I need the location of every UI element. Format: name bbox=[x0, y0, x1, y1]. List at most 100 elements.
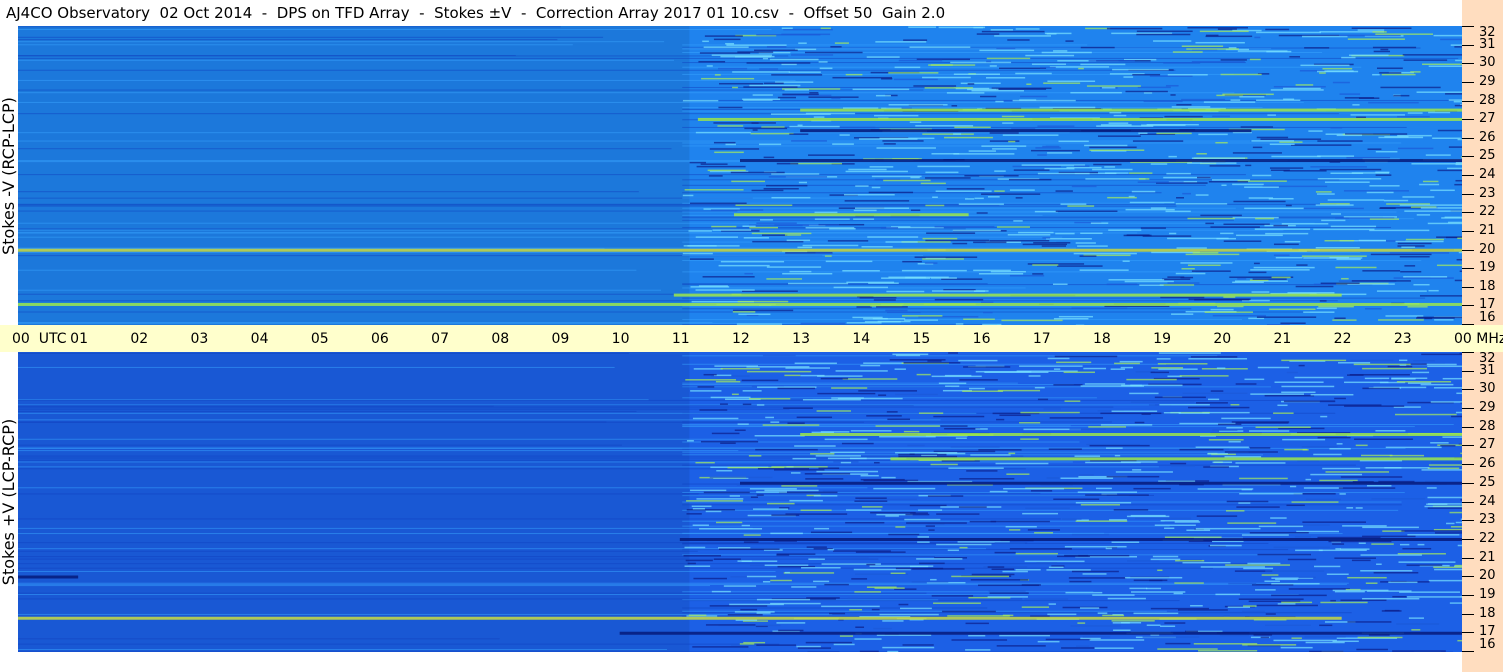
activity-speckle bbox=[1283, 98, 1295, 100]
time-tick-label: 14 bbox=[852, 331, 871, 347]
texture-line bbox=[18, 613, 833, 615]
activity-speckle bbox=[1166, 172, 1191, 175]
activity-speckle bbox=[1130, 384, 1183, 387]
emission-band-2 bbox=[740, 481, 1462, 485]
activity-speckle bbox=[887, 650, 899, 652]
frequency-tick-label: 27 bbox=[1479, 437, 1496, 453]
activity-speckle bbox=[1212, 314, 1266, 317]
activity-speckle bbox=[855, 626, 865, 628]
activity-speckle bbox=[917, 536, 930, 538]
frequency-tick-label: 21 bbox=[1479, 549, 1496, 565]
activity-speckle bbox=[1264, 394, 1315, 397]
activity-speckle bbox=[1428, 579, 1462, 582]
activity-speckle bbox=[1164, 527, 1175, 530]
activity-speckle bbox=[920, 182, 946, 185]
activity-speckle bbox=[805, 478, 844, 480]
activity-speckle bbox=[711, 590, 731, 593]
activity-speckle bbox=[1285, 204, 1292, 207]
activity-speckle bbox=[1177, 609, 1228, 611]
activity-speckle bbox=[1126, 515, 1170, 518]
frequency-tick-label: 23 bbox=[1479, 512, 1496, 528]
activity-speckle bbox=[1009, 274, 1045, 277]
texture-line bbox=[682, 260, 1422, 262]
activity-speckle bbox=[723, 585, 757, 587]
activity-speckle bbox=[1092, 594, 1135, 596]
activity-speckle bbox=[969, 520, 997, 523]
frequency-tick-label: 18 bbox=[1479, 278, 1496, 294]
activity-speckle bbox=[1411, 629, 1421, 631]
activity-speckle bbox=[1215, 141, 1228, 144]
activity-speckle bbox=[1247, 562, 1281, 565]
activity-speckle bbox=[987, 196, 1000, 198]
activity-speckle bbox=[1114, 362, 1140, 365]
activity-speckle bbox=[1341, 56, 1356, 59]
activity-speckle bbox=[890, 572, 906, 575]
frequency-tick bbox=[1462, 557, 1474, 559]
texture-line bbox=[18, 59, 675, 61]
frequency-tick-label: 24 bbox=[1479, 167, 1496, 182]
activity-speckle bbox=[970, 454, 1011, 456]
activity-speckle bbox=[1206, 34, 1219, 37]
texture-line bbox=[18, 558, 879, 560]
activity-speckle bbox=[985, 77, 1026, 79]
activity-speckle bbox=[1207, 398, 1220, 401]
activity-speckle bbox=[1126, 234, 1150, 236]
activity-speckle bbox=[1421, 469, 1462, 471]
activity-speckle bbox=[1366, 191, 1394, 194]
activity-speckle bbox=[683, 554, 721, 557]
activity-speckle bbox=[827, 548, 835, 551]
activity-speckle bbox=[729, 495, 740, 497]
activity-speckle bbox=[1130, 401, 1195, 403]
activity-speckle bbox=[1248, 271, 1267, 274]
activity-speckle bbox=[1336, 443, 1343, 445]
activity-speckle bbox=[1071, 185, 1097, 188]
activity-speckle bbox=[1096, 125, 1154, 127]
activity-speckle bbox=[1113, 629, 1131, 631]
activity-speckle bbox=[1048, 448, 1082, 450]
activity-speckle bbox=[1129, 172, 1153, 174]
activity-speckle bbox=[718, 548, 780, 550]
activity-speckle bbox=[1210, 390, 1224, 392]
activity-speckle bbox=[748, 455, 762, 457]
activity-speckle bbox=[1007, 234, 1051, 236]
activity-speckle bbox=[1047, 152, 1073, 154]
activity-speckle bbox=[1079, 269, 1129, 271]
activity-speckle bbox=[712, 229, 752, 231]
activity-speckle bbox=[1313, 228, 1375, 231]
activity-speckle bbox=[815, 455, 861, 457]
activity-speckle bbox=[735, 204, 793, 206]
activity-speckle bbox=[916, 558, 963, 560]
activity-speckle bbox=[1140, 227, 1166, 229]
texture-line bbox=[18, 542, 971, 544]
activity-speckle bbox=[944, 427, 981, 430]
activity-speckle bbox=[1256, 31, 1322, 34]
activity-speckle bbox=[1136, 30, 1193, 33]
activity-speckle bbox=[1430, 442, 1449, 444]
activity-speckle bbox=[1126, 378, 1177, 381]
activity-speckle bbox=[1132, 73, 1161, 76]
activity-speckle bbox=[1123, 76, 1134, 78]
activity-speckle bbox=[1324, 181, 1370, 183]
activity-speckle bbox=[1275, 256, 1303, 259]
activity-speckle bbox=[816, 410, 852, 412]
texture-line bbox=[18, 289, 661, 291]
activity-speckle bbox=[1052, 283, 1068, 286]
activity-speckle bbox=[1254, 36, 1261, 39]
activity-speckle bbox=[1065, 591, 1103, 594]
texture-line bbox=[18, 404, 1155, 406]
activity-speckle bbox=[1360, 570, 1413, 572]
activity-speckle bbox=[1273, 412, 1294, 414]
texture-line bbox=[18, 203, 1337, 205]
activity-speckle bbox=[1212, 461, 1233, 464]
texture-line bbox=[18, 148, 672, 150]
activity-speckle bbox=[1282, 438, 1326, 441]
activity-speckle bbox=[797, 124, 803, 127]
activity-speckle bbox=[1022, 512, 1059, 515]
activity-speckle bbox=[1182, 192, 1191, 195]
activity-speckle bbox=[981, 30, 1045, 33]
activity-speckle bbox=[1086, 85, 1141, 87]
activity-speckle bbox=[1405, 238, 1444, 241]
activity-speckle bbox=[1376, 290, 1427, 292]
activity-speckle bbox=[709, 476, 773, 479]
activity-speckle bbox=[1226, 427, 1243, 429]
